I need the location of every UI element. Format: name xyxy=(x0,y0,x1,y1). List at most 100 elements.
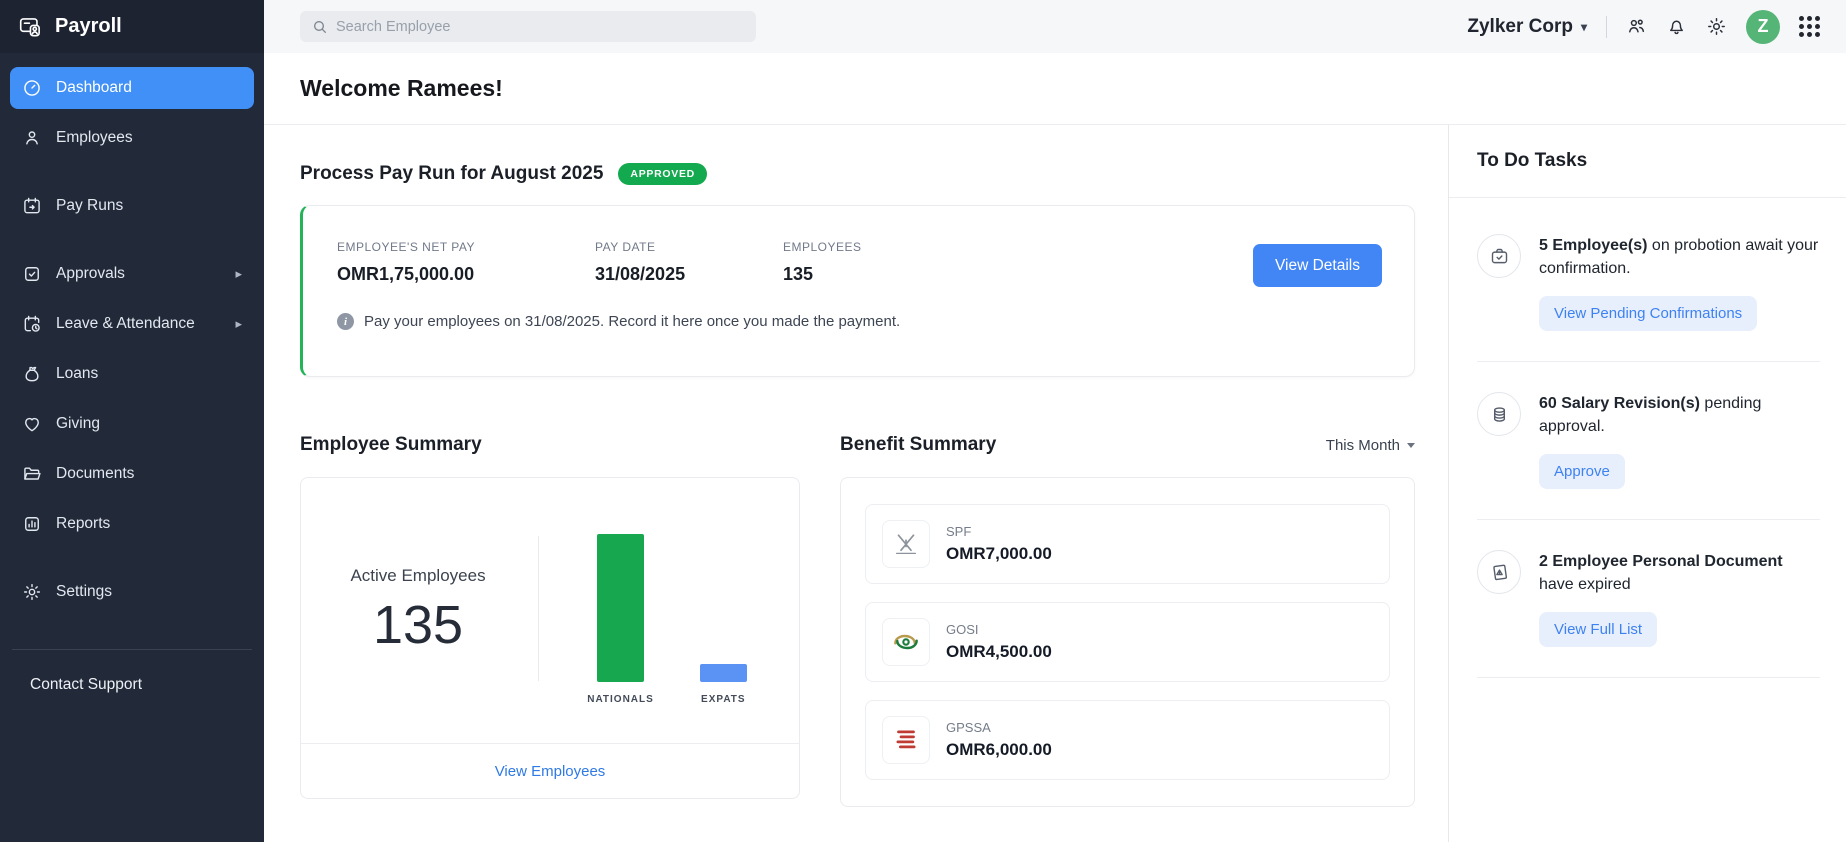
view-full-list-button[interactable]: View Full List xyxy=(1539,612,1657,647)
status-badge: APPROVED xyxy=(618,163,707,185)
view-pending-confirmations-button[interactable]: View Pending Confirmations xyxy=(1539,296,1757,331)
sidebar-item-label: Documents xyxy=(56,465,134,483)
sidebar-item-leave-attendance[interactable]: Leave & Attendance ▸ xyxy=(10,303,254,345)
org-switcher[interactable]: Zylker Corp ▾ xyxy=(1467,16,1587,38)
employee-bar-chart: NATIONALS EXPATS xyxy=(535,478,799,743)
stat-value: 135 xyxy=(783,264,862,285)
benefit-name: GOSI xyxy=(946,622,1052,637)
task-probation-confirmations: 5 Employee(s) on probotion await your co… xyxy=(1477,234,1820,331)
page-title: Welcome Ramees! xyxy=(300,75,503,102)
sidebar-item-label: Reports xyxy=(56,515,110,533)
sidebar-item-label: Approvals xyxy=(56,265,125,283)
task-text: 5 Employee(s) on probotion await your co… xyxy=(1539,237,1818,277)
stat-label: EMPLOYEES xyxy=(783,240,862,254)
sidebar-item-giving[interactable]: Giving xyxy=(10,403,254,445)
caret-down-icon xyxy=(1407,443,1415,448)
period-filter-dropdown[interactable]: This Month xyxy=(1326,437,1415,454)
view-employees-link[interactable]: View Employees xyxy=(495,763,606,780)
bar-expats: EXPATS xyxy=(700,664,747,705)
search-input[interactable] xyxy=(336,19,744,35)
topbar: Zylker Corp ▾ Z xyxy=(264,0,1846,53)
documents-folder-icon xyxy=(22,464,42,484)
employee-summary-card: Active Employees 135 NATIONALS xyxy=(300,477,800,799)
task-expired-documents: 2 Employee Personal Document have expire… xyxy=(1477,550,1820,647)
stat-label: EMPLOYEE'S NET PAY xyxy=(337,240,595,254)
task-text: 2 Employee Personal Document have expire… xyxy=(1539,553,1783,593)
benefit-summary-title: Benefit Summary xyxy=(840,434,996,456)
pay-runs-icon xyxy=(22,196,42,216)
active-employees-stat: Active Employees 135 xyxy=(301,478,535,743)
dashboard-icon xyxy=(22,78,42,98)
stat-value: OMR1,75,000.00 xyxy=(337,264,595,285)
apps-grid-icon[interactable] xyxy=(1799,16,1820,37)
benefit-amount: OMR4,500.00 xyxy=(946,642,1052,662)
contact-support-link[interactable]: Contact Support xyxy=(0,650,264,694)
sidebar-item-documents[interactable]: Documents xyxy=(10,453,254,495)
vertical-divider xyxy=(538,536,539,681)
sidebar-item-employees[interactable]: Employees xyxy=(10,117,254,159)
sidebar-item-dashboard[interactable]: Dashboard xyxy=(10,67,254,109)
stat-employees: EMPLOYEES 135 xyxy=(783,240,862,285)
sidebar-item-reports[interactable]: Reports xyxy=(10,503,254,545)
referrals-users-icon[interactable] xyxy=(1626,16,1647,37)
app-logo-row: Payroll xyxy=(0,0,264,53)
bar-label: EXPATS xyxy=(701,694,746,705)
task-salary-revisions: 60 Salary Revision(s) pending approval. … xyxy=(1477,392,1820,489)
task-divider xyxy=(1477,519,1820,520)
sidebar-item-settings[interactable]: Settings xyxy=(10,571,254,613)
sidebar-item-label: Loans xyxy=(56,365,98,383)
approve-button[interactable]: Approve xyxy=(1539,454,1625,489)
benefit-name: GPSSA xyxy=(946,720,1052,735)
notifications-bell-icon[interactable] xyxy=(1666,16,1687,37)
benefit-name: SPF xyxy=(946,524,1052,539)
benefit-row-gosi: GOSI OMR4,500.00 xyxy=(865,602,1390,682)
todo-title: To Do Tasks xyxy=(1477,150,1587,172)
user-avatar[interactable]: Z xyxy=(1746,10,1780,44)
spf-logo xyxy=(882,520,930,568)
giving-heart-icon xyxy=(22,414,42,434)
gpssa-logo xyxy=(882,716,930,764)
sidebar: Payroll Dashboard Employees Pay Runs App… xyxy=(0,0,264,842)
bar-label: NATIONALS xyxy=(587,694,654,705)
nav-group-gap xyxy=(10,167,254,185)
nationals-bar xyxy=(597,534,644,682)
approvals-icon xyxy=(22,264,42,284)
chevron-right-icon: ▸ xyxy=(235,316,242,332)
benefit-row-spf: SPF OMR7,000.00 xyxy=(865,504,1390,584)
payrun-card: EMPLOYEE'S NET PAY OMR1,75,000.00 PAY DA… xyxy=(300,205,1415,377)
settings-gear-icon[interactable] xyxy=(1706,16,1727,37)
stat-net-pay: EMPLOYEE'S NET PAY OMR1,75,000.00 xyxy=(337,240,595,285)
settings-gear-icon xyxy=(22,582,42,602)
sidebar-item-label: Leave & Attendance xyxy=(56,315,195,333)
nav-group-gap xyxy=(10,553,254,571)
sidebar-item-label: Settings xyxy=(56,583,112,601)
sidebar-item-approvals[interactable]: Approvals ▸ xyxy=(10,253,254,295)
sidebar-item-label: Pay Runs xyxy=(56,197,123,215)
sidebar-item-label: Employees xyxy=(56,129,133,147)
org-name: Zylker Corp xyxy=(1467,16,1573,38)
gosi-logo xyxy=(882,618,930,666)
task-divider xyxy=(1477,677,1820,678)
sidebar-item-label: Giving xyxy=(56,415,100,433)
avatar-letter: Z xyxy=(1758,16,1769,37)
employee-summary-title: Employee Summary xyxy=(300,434,482,456)
benefit-summary-card: SPF OMR7,000.00 GOSI OMR4,500.00 xyxy=(840,477,1415,807)
task-divider xyxy=(1477,361,1820,362)
payrun-title: Process Pay Run for August 2025 xyxy=(300,163,603,185)
search-box[interactable] xyxy=(300,11,756,42)
main-content: Process Pay Run for August 2025 APPROVED… xyxy=(264,125,1448,842)
employee-summary-section: Employee Summary Active Employees 135 xyxy=(300,433,800,807)
active-employees-count: 135 xyxy=(373,594,463,656)
chevron-down-icon: ▾ xyxy=(1581,20,1587,34)
sidebar-item-pay-runs[interactable]: Pay Runs xyxy=(10,185,254,227)
benefit-summary-section: Benefit Summary This Month SPF xyxy=(840,433,1415,807)
benefit-row-gpssa: GPSSA OMR6,000.00 xyxy=(865,700,1390,780)
loans-icon xyxy=(22,364,42,384)
employees-icon xyxy=(22,128,42,148)
info-icon: i xyxy=(337,313,354,330)
view-details-button[interactable]: View Details xyxy=(1253,244,1382,287)
sidebar-item-loans[interactable]: Loans xyxy=(10,353,254,395)
period-filter-value: This Month xyxy=(1326,437,1400,454)
benefit-amount: OMR6,000.00 xyxy=(946,740,1052,760)
document-alert-icon xyxy=(1477,550,1521,594)
